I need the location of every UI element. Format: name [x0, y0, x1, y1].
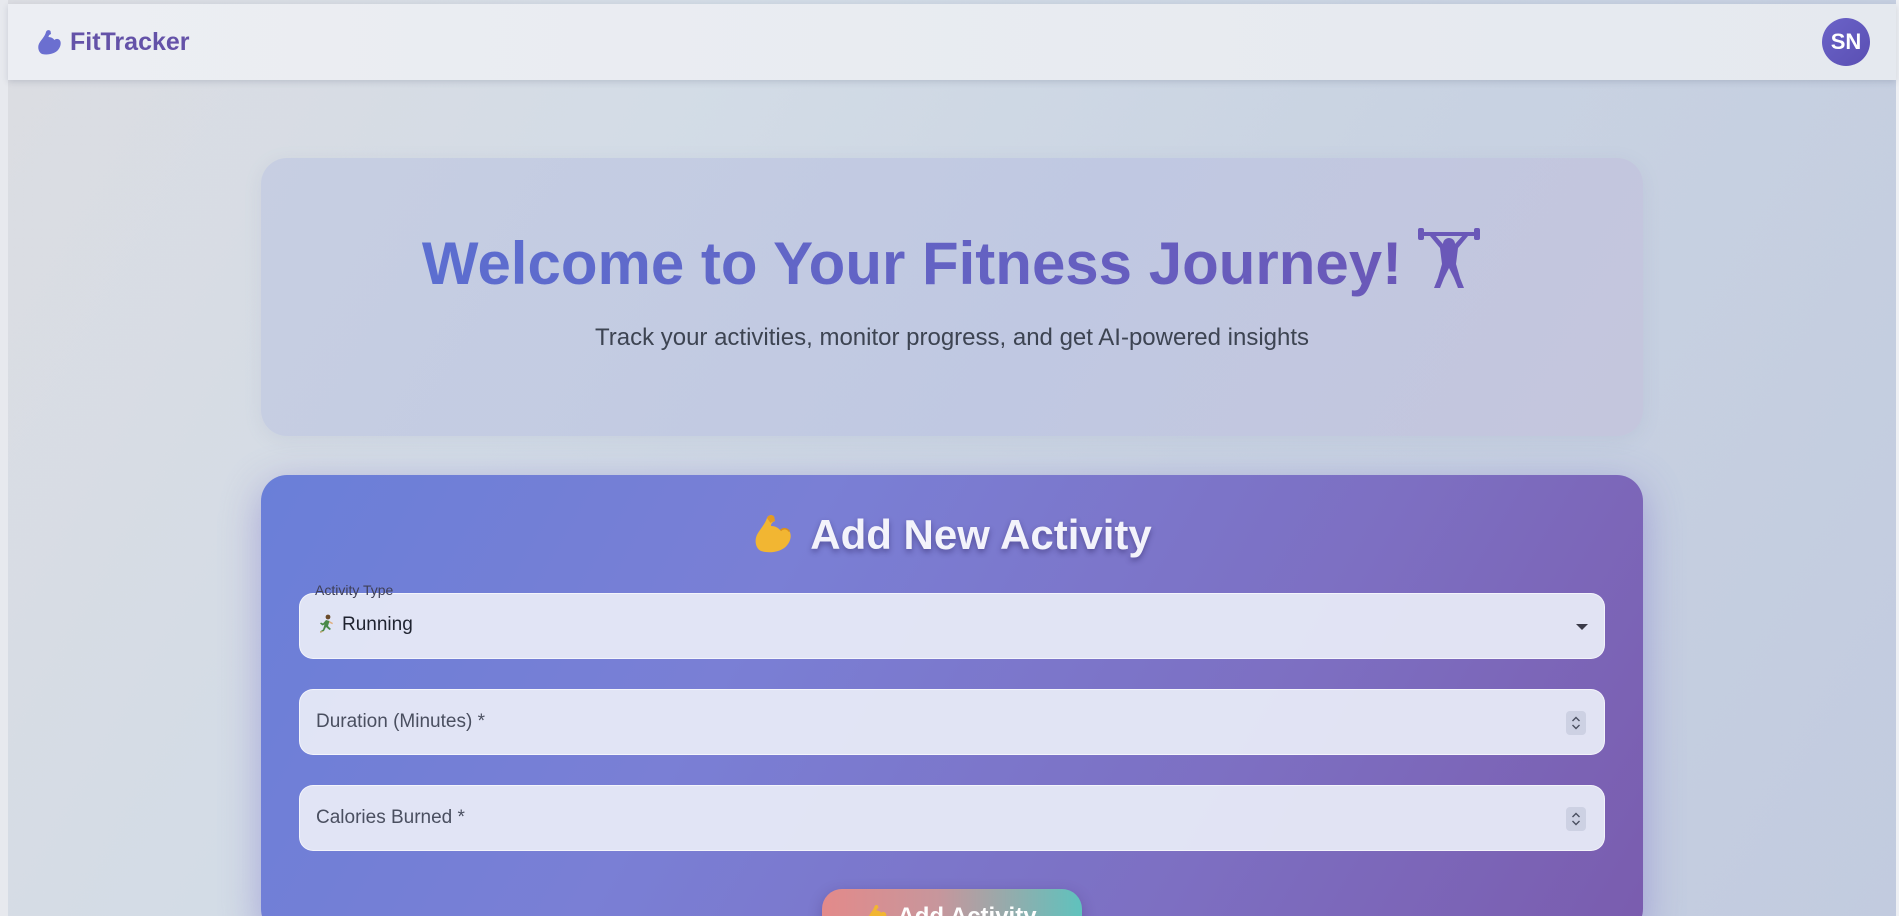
calories-label: Calories Burned: [316, 807, 453, 828]
duration-stepper[interactable]: [1566, 711, 1586, 735]
duration-placeholder: Duration (Minutes) *: [316, 711, 485, 733]
activity-type-label: Activity Type: [315, 582, 394, 598]
add-activity-button-label: Add Activity: [897, 903, 1036, 916]
duration-required-mark: *: [477, 711, 485, 732]
card-title-row: Add New Activity: [261, 511, 1643, 559]
duration-field[interactable]: Duration (Minutes) *: [299, 689, 1605, 755]
person-running-icon: [320, 614, 333, 633]
weight-lifter-icon: [1418, 228, 1481, 288]
flexed-biceps-icon: [869, 905, 887, 916]
stepper-arrows-icon: [1572, 812, 1580, 826]
duration-label: Duration (Minutes): [316, 711, 473, 732]
brand-name: FitTracker: [70, 27, 190, 56]
avatar[interactable]: SN: [1822, 18, 1870, 66]
chevron-down-icon[interactable]: [1576, 624, 1588, 630]
flexed-biceps-icon: [38, 30, 61, 55]
brand-link[interactable]: FitTracker: [36, 24, 190, 60]
activity-type-value: Running: [316, 614, 413, 636]
add-activity-button[interactable]: Add Activity: [822, 889, 1082, 916]
activity-type-select[interactable]: Running: [299, 593, 1605, 659]
hero-subtitle: Track your activities, monitor progress,…: [594, 324, 1310, 351]
window-left-edge: [0, 0, 8, 916]
hero-banner: Welcome to Your Fitness Journey! Track y…: [261, 158, 1643, 436]
stepper-arrows-icon: [1572, 716, 1580, 730]
hero-title: Welcome to Your Fitness Journey!: [421, 230, 1403, 297]
calories-stepper[interactable]: [1566, 807, 1586, 831]
activity-type-selected-label: Running: [342, 614, 413, 635]
hero-title-row: Welcome to Your Fitness Journey!: [261, 228, 1643, 294]
app-bar: FitTracker SN: [8, 4, 1896, 80]
add-activity-card: Add New Activity Running Activity Type D…: [261, 475, 1643, 916]
calories-required-mark: *: [457, 807, 465, 828]
flexed-biceps-icon: [755, 515, 791, 553]
calories-placeholder: Calories Burned *: [316, 807, 465, 829]
card-title: Add New Activity: [810, 511, 1152, 558]
calories-field[interactable]: Calories Burned *: [299, 785, 1605, 851]
